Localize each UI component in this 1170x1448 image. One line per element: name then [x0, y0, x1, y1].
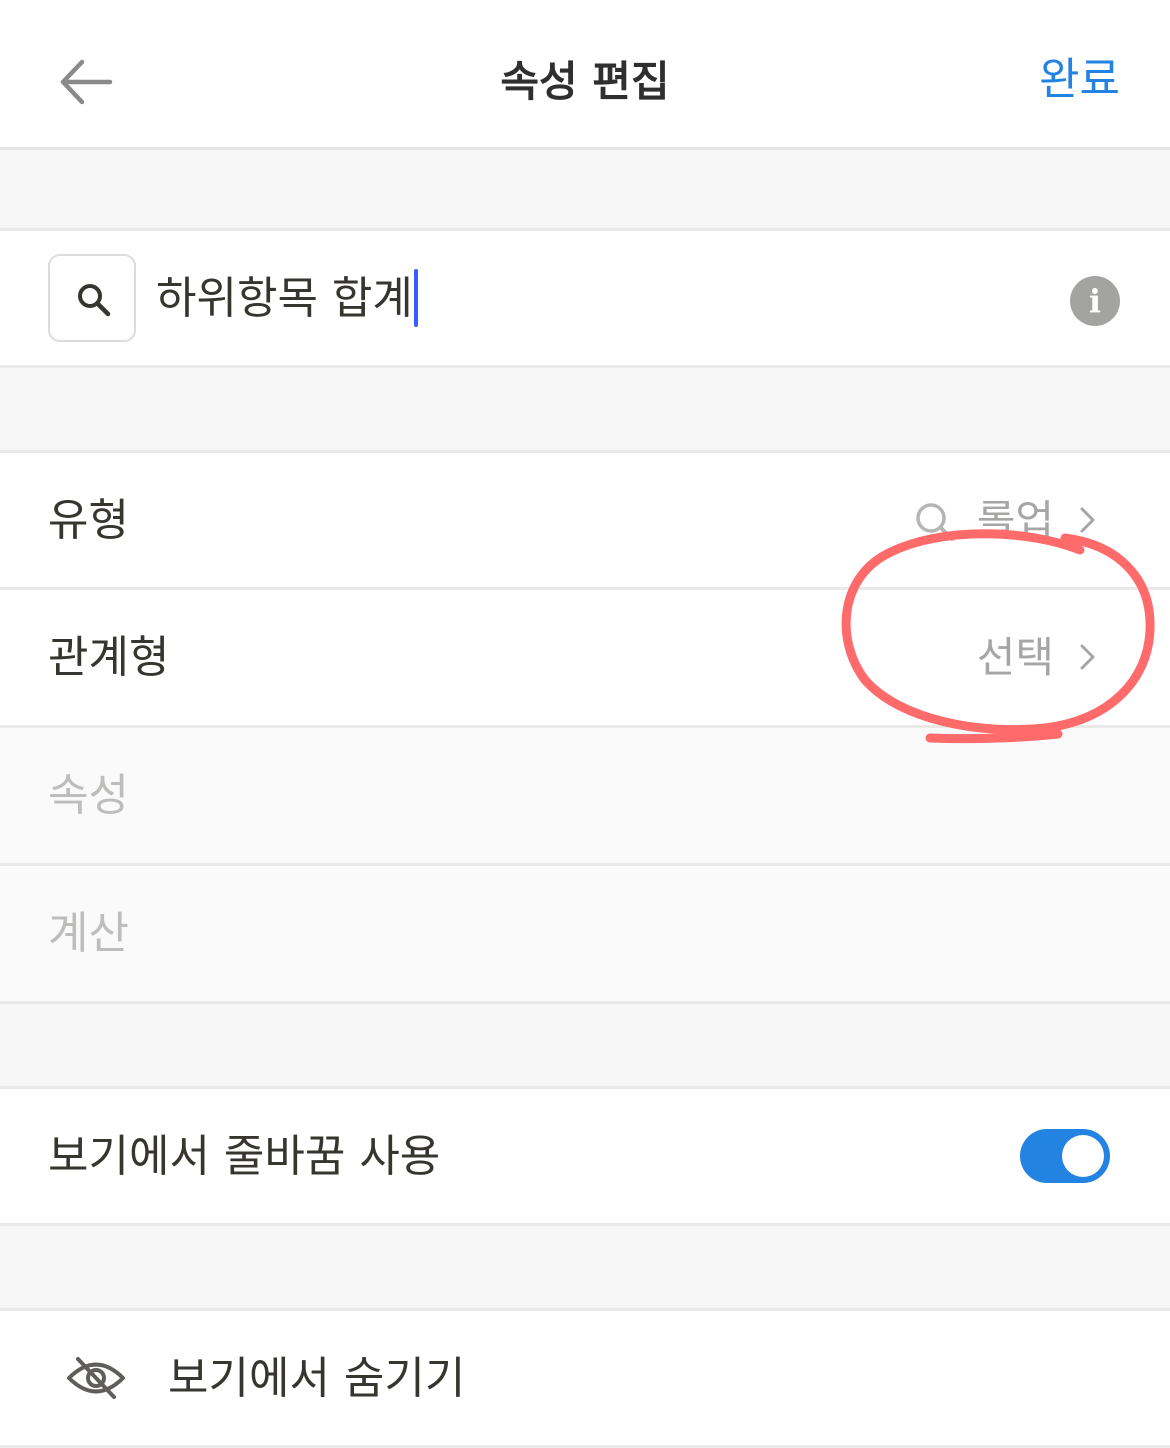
wrap-in-view-row: 보기에서 줄바꿈 사용 [0, 1086, 1170, 1226]
relation-label: 관계형 [48, 632, 170, 683]
chevron-right-icon [1080, 644, 1095, 670]
property-label: 속성 [48, 770, 129, 821]
section-spacer [0, 1226, 1170, 1308]
wrap-in-view-label: 보기에서 줄바꿈 사용 [48, 1131, 441, 1182]
calculate-label: 계산 [48, 908, 129, 959]
header-bar: 속성 편집 완료 [0, 0, 1170, 150]
text-caret [414, 269, 418, 327]
section-spacer [0, 368, 1170, 450]
search-icon [916, 503, 954, 541]
relation-value: 선택 [976, 633, 1054, 682]
relation-row[interactable]: 관계형 선택 [0, 590, 1170, 728]
hide-in-view-label: 보기에서 숨기기 [168, 1353, 466, 1404]
property-name-input[interactable] [156, 255, 1016, 343]
chevron-right-icon [1080, 507, 1095, 533]
property-icon-button[interactable] [48, 254, 136, 342]
type-value: 롤업 [976, 496, 1054, 545]
type-label: 유형 [48, 495, 129, 546]
info-icon[interactable]: i [1070, 276, 1120, 326]
done-button[interactable]: 완료 [1039, 48, 1120, 112]
wrap-in-view-toggle[interactable] [1020, 1129, 1110, 1183]
property-name-row: i [0, 228, 1170, 368]
calculate-row: 계산 [0, 866, 1170, 1004]
section-spacer [0, 150, 1170, 228]
page-title: 속성 편집 [500, 57, 670, 106]
search-icon [78, 284, 111, 317]
toggle-knob [1062, 1135, 1104, 1177]
property-row: 속성 [0, 728, 1170, 866]
section-spacer [0, 1004, 1170, 1086]
hide-in-view-row[interactable]: 보기에서 숨기기 [0, 1308, 1170, 1448]
eye-off-icon [67, 1357, 125, 1399]
type-row[interactable]: 유형 롤업 [0, 450, 1170, 590]
